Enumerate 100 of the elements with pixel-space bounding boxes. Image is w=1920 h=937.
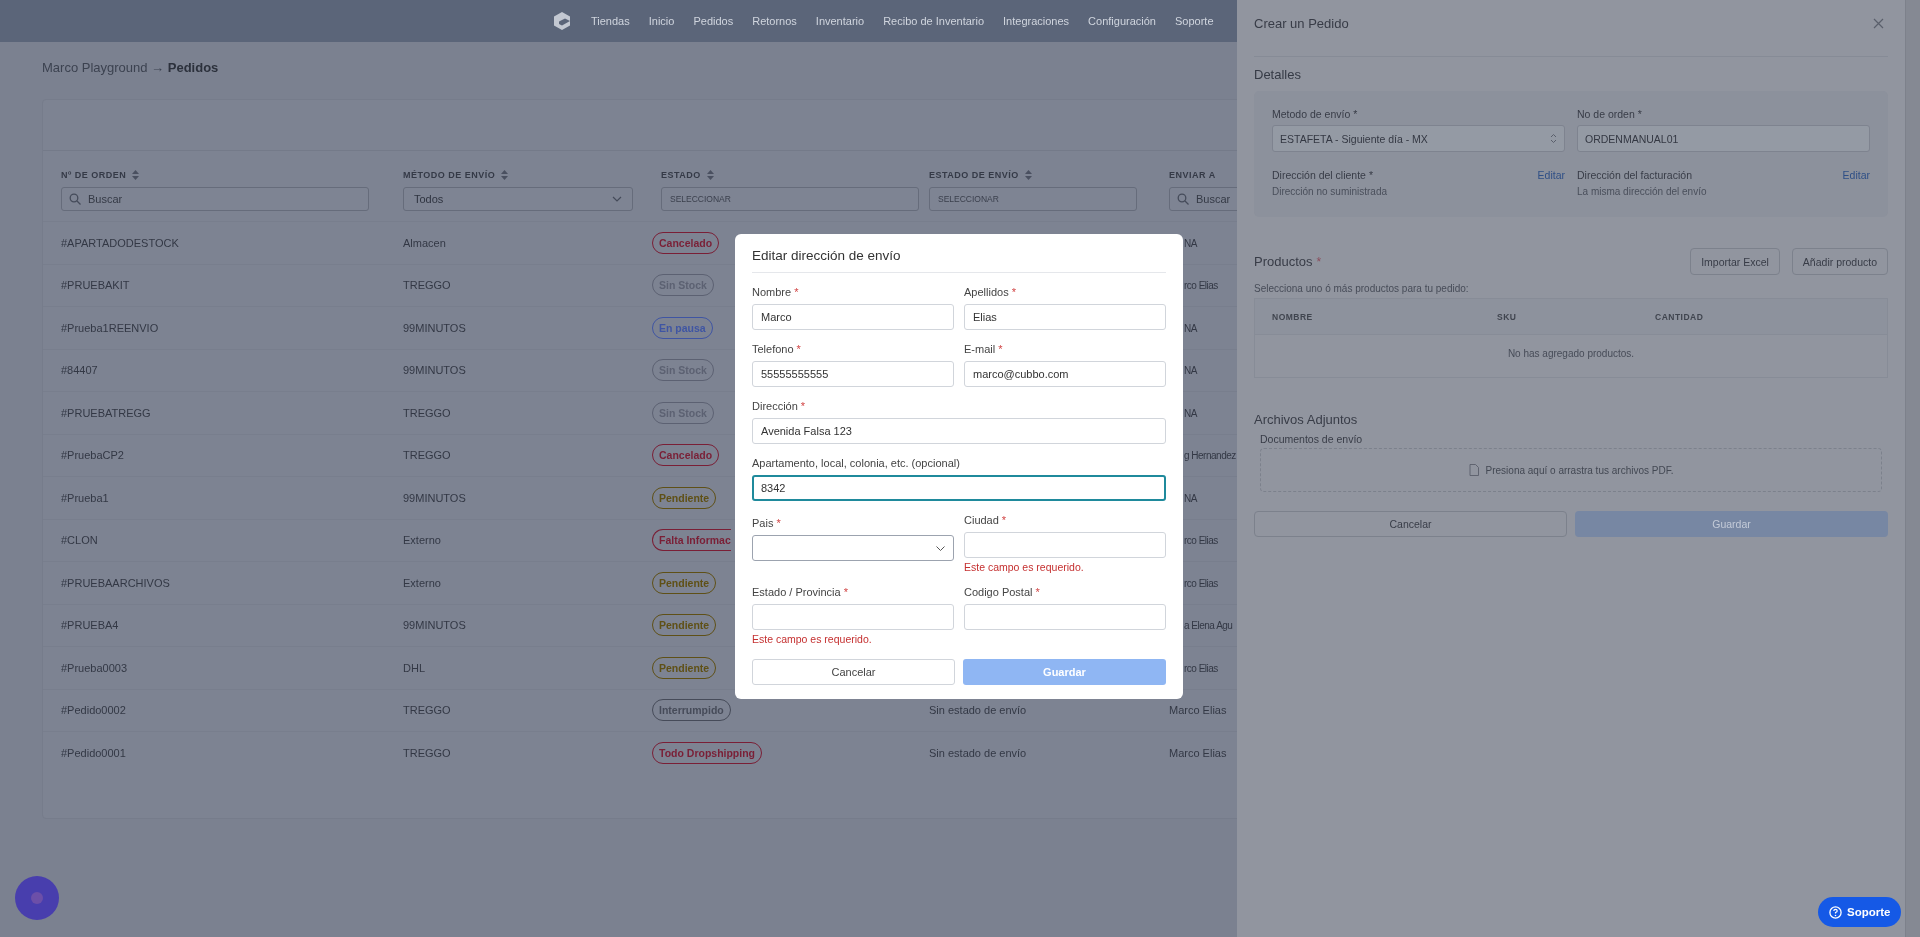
field-label: Telefono [752, 343, 794, 355]
text-field[interactable] [752, 604, 954, 630]
table-cell-text: rco Elias [1183, 535, 1218, 547]
table-cell: TREGGO [403, 704, 451, 717]
required-mark: * [1001, 514, 1007, 526]
required-mark: * [998, 343, 1003, 355]
empty-message: No has agregado productos. [1507, 348, 1635, 359]
field-label: Dirección del facturación [1577, 169, 1692, 181]
field-label: Ciudad [964, 514, 999, 526]
nav-link[interactable]: Retornos [752, 15, 797, 27]
field-label: E-mail [964, 343, 996, 355]
text-field[interactable] [964, 532, 1166, 558]
column-header: ENVIAR A [1169, 170, 1216, 180]
nav-link[interactable]: Pedidos [693, 15, 734, 27]
table-cell: Externo [403, 534, 441, 547]
nav-link[interactable]: Soporte [1174, 15, 1214, 27]
order-number[interactable]: #Pedido0001 [61, 746, 126, 759]
field-label: Estado / Provincia [752, 586, 841, 598]
search-field[interactable]: Buscar [61, 187, 369, 211]
select-field[interactable]: ESTAFETA - Siguiente día - MX [1272, 125, 1565, 152]
table-cell: Sin estado de envío [929, 704, 1027, 717]
order-number[interactable]: #APARTADODESTOCK [61, 236, 179, 249]
logo-icon[interactable] [554, 12, 570, 30]
order-number[interactable]: #CLON [61, 534, 98, 547]
order-number[interactable]: #PRUEBA4 [61, 619, 119, 632]
required-mark: * [794, 286, 799, 298]
order-number[interactable]: #Pedido0002 [61, 704, 126, 717]
text-field[interactable]: Avenida Falsa 123 [752, 418, 1166, 444]
text-field[interactable]: 8342 [752, 475, 1166, 501]
column-header: SKU [1497, 311, 1518, 322]
table-cell: 99MINUTOS [403, 364, 466, 377]
sort-icon [1550, 133, 1557, 144]
file-dropzone[interactable]: Presiona aquí o arrastra tus archivos PDF. [1260, 448, 1882, 492]
text-field[interactable]: Marco [752, 304, 954, 330]
order-number[interactable]: #PRUEBAARCHIVOS [61, 576, 170, 589]
text-field[interactable] [964, 604, 1166, 630]
required-mark: * [843, 586, 848, 598]
sort-icon[interactable] [706, 170, 714, 180]
select-field[interactable]: Todos [403, 187, 633, 211]
cancel-button[interactable]: Cancelar [752, 659, 955, 685]
section-title: Productos [1254, 254, 1313, 269]
nav-link[interactable]: Inicio [648, 15, 675, 27]
chat-bubble[interactable] [15, 876, 59, 920]
order-number[interactable]: #Prueba1REENVIO [61, 321, 159, 334]
required-mark: * [1011, 286, 1016, 298]
column-header: NOMBRE [1272, 311, 1314, 322]
cancel-button[interactable]: Cancelar [1254, 511, 1567, 537]
table-cell-text: rco Elias [1183, 662, 1218, 674]
field-label: Documentos de envío [1260, 433, 1364, 445]
select-field[interactable]: SELECCIONAR [661, 187, 919, 211]
order-number[interactable]: #PRUEBATREGG [61, 406, 151, 419]
table-cell: Sin estado de envío [929, 746, 1027, 759]
text-field[interactable]: ORDENMANUAL01 [1577, 125, 1870, 152]
table-cell-text: NA [1183, 407, 1197, 419]
breadcrumb: Marco Playground → Pedidos [42, 60, 220, 75]
table-cell: TREGGO [403, 279, 451, 292]
order-number[interactable]: #Prueba1 [61, 491, 109, 504]
chevron-icon [612, 196, 622, 202]
help-icon [1829, 905, 1842, 919]
order-number[interactable]: #PruebaCP2 [61, 449, 124, 462]
sort-icon[interactable] [1024, 170, 1032, 180]
section-title: Detalles [1254, 67, 1302, 82]
nav-link[interactable]: Recibo de Inventario [883, 15, 985, 27]
order-number[interactable]: #84407 [61, 364, 98, 377]
text-field[interactable]: marco@cubbo.com [964, 361, 1166, 387]
panel-button[interactable]: Importar Excel [1690, 248, 1780, 275]
order-number[interactable]: #Prueba0003 [61, 661, 128, 674]
edit-link[interactable]: Editar [1842, 169, 1870, 181]
edit-link[interactable]: Editar [1537, 169, 1565, 181]
column-header: Nº DE ORDEN [61, 170, 127, 180]
table-cell-text: a Elena Agu [1183, 620, 1233, 632]
nav-link[interactable]: Tiendas [591, 15, 630, 27]
select-field[interactable] [752, 535, 954, 561]
required-mark: * [1316, 255, 1322, 269]
panel-button[interactable]: Añadir producto [1791, 248, 1888, 275]
nav-link[interactable]: Integraciones [1003, 15, 1070, 27]
order-number[interactable]: #PRUEBAKIT [61, 279, 130, 292]
table-cell: Externo [403, 576, 441, 589]
table-cell-text: NA [1183, 322, 1197, 334]
address-text: La misma dirección del envío [1577, 186, 1708, 197]
table-cell: 99MINUTOS [403, 619, 466, 632]
search-field[interactable]: Buscar [1169, 187, 1237, 211]
select-field[interactable]: SELECCIONAR [929, 187, 1137, 211]
field-label: No de orden * [1577, 108, 1643, 120]
error-message: Este campo es requerido. [752, 633, 873, 645]
nav-link[interactable]: Configuración [1088, 15, 1156, 27]
hint-text: Selecciona uno ó más productos para tu pedido: [1254, 283, 1470, 294]
close-icon[interactable] [1873, 17, 1884, 29]
support-button[interactable]: Soporte [1818, 897, 1902, 927]
search-icon [1177, 193, 1189, 205]
text-field[interactable]: Elias [964, 304, 1166, 330]
column-header: ESTADO DE ENVÍO [929, 170, 1019, 180]
sort-icon[interactable] [132, 170, 140, 180]
text-field[interactable]: 55555555555 [752, 361, 954, 387]
table-cell: Marco Elias [1169, 704, 1227, 717]
required-mark: * [800, 400, 806, 412]
table-cell: 99MINUTOS [403, 491, 466, 504]
nav-link[interactable]: Inventario [815, 15, 865, 27]
table-cell: TREGGO [403, 406, 451, 419]
sort-icon[interactable] [501, 170, 509, 180]
